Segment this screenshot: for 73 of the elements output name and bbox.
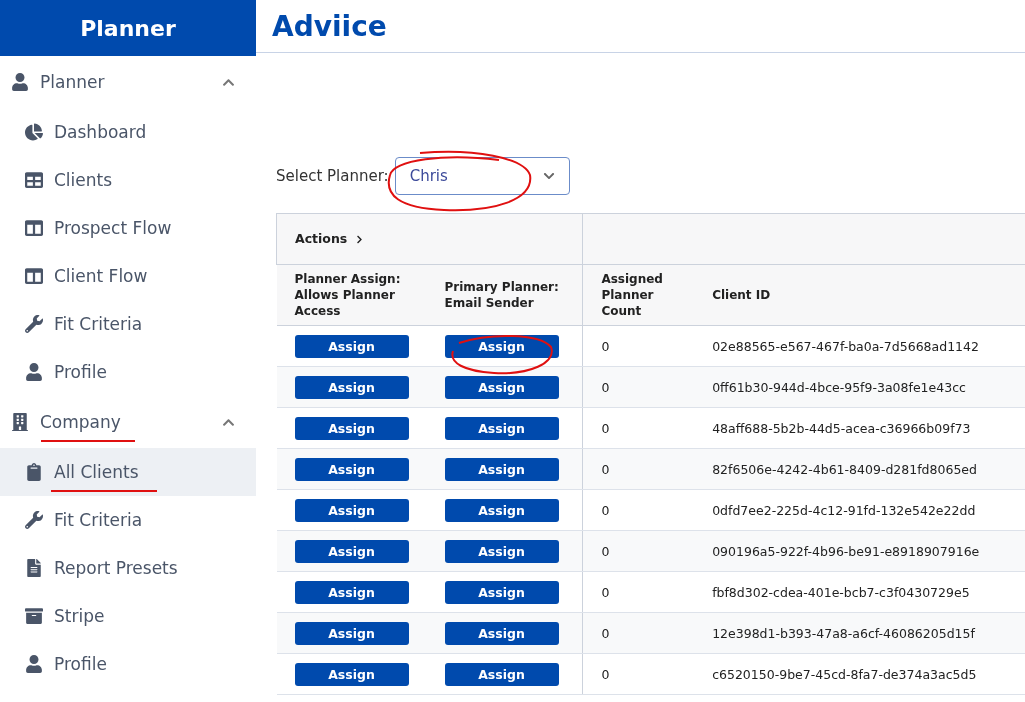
assign-button[interactable]: Assign (444, 580, 559, 604)
table-cell: 0 (601, 502, 610, 518)
chevron-icon (355, 234, 365, 244)
sidebar-item[interactable]: Report Presets (0, 544, 256, 592)
sidebar-section[interactable]: Planner (0, 56, 256, 108)
clipboard-icon (24, 463, 44, 481)
pie-chart-icon (24, 123, 44, 141)
table-cell: 090196a5-922f-4b96-be91-e8918907916e (712, 543, 980, 559)
sidebar-item[interactable]: Profile (0, 640, 256, 688)
sidebar-section[interactable]: Company (0, 396, 256, 448)
planner-select[interactable]: Chris (394, 157, 570, 195)
page-title: Adviice (272, 9, 387, 43)
sidebar-item[interactable]: All Clients (0, 448, 256, 496)
table-cell: 0 (601, 379, 610, 395)
assign-button[interactable]: Assign (444, 375, 559, 399)
assign-button[interactable]: Assign (294, 334, 409, 358)
columns-icon (24, 267, 44, 285)
assign-button[interactable]: Assign (444, 334, 559, 358)
user-icon (24, 363, 44, 381)
table-cell: 02e88565-e567-467f-ba0a-7d5668ad1142 (712, 338, 979, 354)
chevron-icon (542, 170, 555, 182)
assign-button[interactable]: Assign (294, 580, 409, 604)
assign-button[interactable]: Assign (294, 375, 409, 399)
table-cell: 0 (601, 584, 610, 600)
column-header: Assigned Planner Count (601, 271, 663, 319)
user-icon (10, 73, 30, 91)
archive-icon (24, 607, 44, 625)
table-cell: 0ff61b30-944d-4bce-95f9-3a08fe1e43cc (712, 379, 966, 395)
table-cell: 48aff688-5b2b-44d5-acea-c36966b09f73 (712, 420, 971, 436)
assign-button[interactable]: Assign (294, 539, 409, 563)
table-cell: c6520150-9be7-45cd-8fa7-de374a3ac5d5 (712, 666, 977, 682)
table-cell: 0 (601, 666, 610, 682)
sidebar-item[interactable]: Fit Criteria (0, 300, 256, 348)
column-header: Primary Planner: Email Sender (444, 279, 559, 310)
assign-button[interactable]: Assign (444, 457, 559, 481)
table-cell: 0 (601, 625, 610, 641)
table-cell: 82f6506e-4242-4b61-8409-d281fd8065ed (712, 461, 977, 477)
column-header: Client ID (712, 287, 771, 302)
table-cell: 12e398d1-b393-47a8-a6cf-46086205d15f (712, 625, 975, 641)
assign-button[interactable]: Assign (444, 539, 559, 563)
app-brand: Planner (0, 0, 256, 56)
building-icon (10, 413, 30, 431)
select-label: Select Planner: (276, 167, 389, 185)
table-cell: 0 (601, 338, 610, 354)
wrench-icon (24, 511, 44, 529)
assign-button[interactable]: Assign (294, 498, 409, 522)
table-cell: 0 (601, 420, 610, 436)
table-icon (24, 171, 44, 189)
assign-button[interactable]: Assign (444, 662, 559, 686)
column-header: Planner Assign: Allows Planner Access (294, 271, 401, 319)
assign-button[interactable]: Assign (444, 416, 559, 440)
user-icon (24, 655, 44, 673)
sidebar-item[interactable]: Dashboard (0, 108, 256, 156)
assign-button[interactable]: Assign (294, 662, 409, 686)
table-cell: fbf8d302-cdea-401e-bcb7-c3f0430729e5 (712, 584, 970, 600)
assign-button[interactable]: Assign (444, 498, 559, 522)
assign-button[interactable]: Assign (444, 621, 559, 645)
sidebar-item[interactable]: Fit Criteria (0, 496, 256, 544)
assign-button[interactable]: Assign (294, 416, 409, 440)
columns-icon (24, 219, 44, 237)
actions-toggle[interactable]: Actions (295, 230, 365, 248)
sidebar-item[interactable]: Client Flow (0, 252, 256, 300)
document-icon (24, 559, 44, 577)
table-cell: 0 (601, 461, 610, 477)
sidebar-item[interactable]: Stripe (0, 592, 256, 640)
sidebar-item[interactable]: Clients (0, 156, 256, 204)
sidebar-item[interactable]: Profile (0, 348, 256, 396)
table-cell: 0dfd7ee2-225d-4c12-91fd-132e542e22dd (712, 502, 976, 518)
assign-button[interactable]: Assign (294, 457, 409, 481)
assign-button[interactable]: Assign (294, 621, 409, 645)
table-cell: 0 (601, 543, 610, 559)
sidebar-item[interactable]: Prospect Flow (0, 204, 256, 252)
wrench-icon (24, 315, 44, 333)
